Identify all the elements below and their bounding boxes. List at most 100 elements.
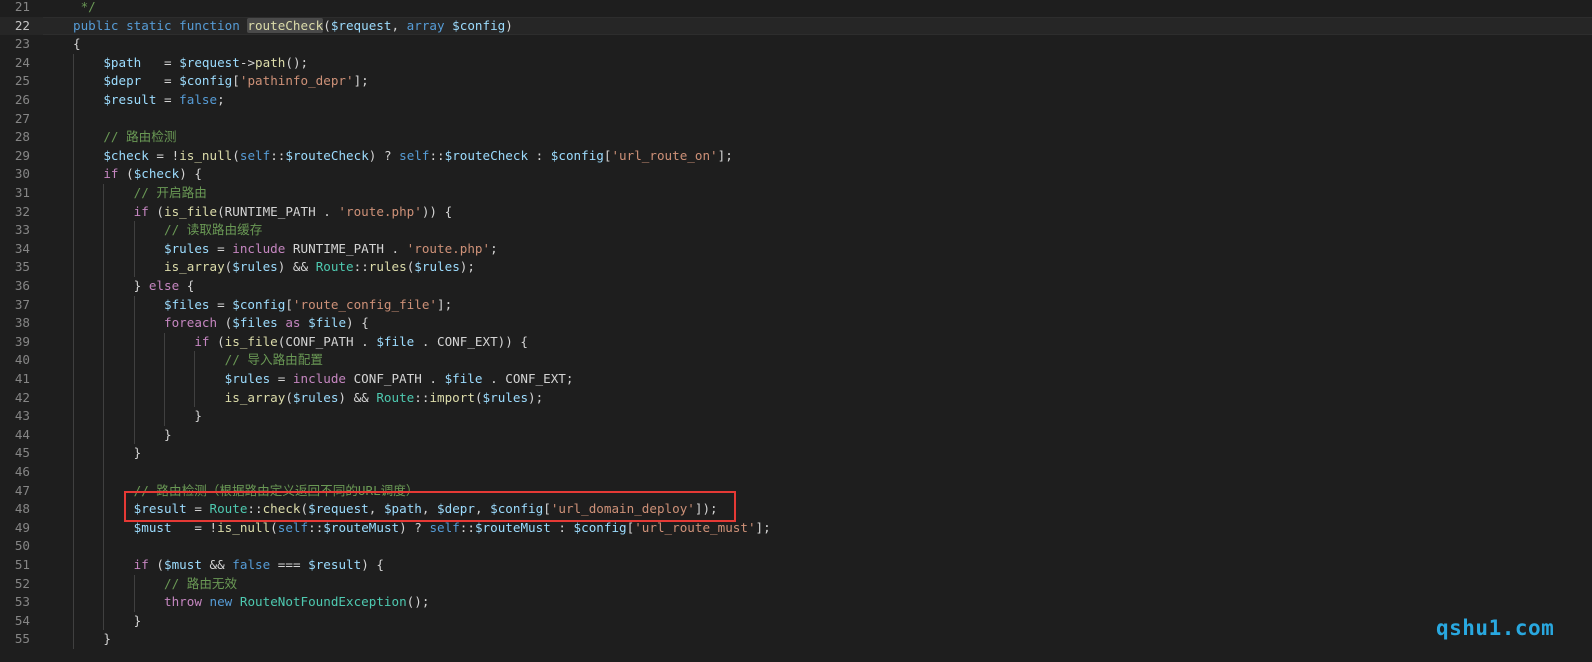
code-token: $path: [103, 54, 142, 70]
line-number: 44: [14, 426, 30, 442]
code-text[interactable]: is_array($rules) && Route::import($rules…: [73, 389, 544, 408]
code-line[interactable]: 32 if (is_file(RUNTIME_PATH . 'route.php…: [0, 203, 1592, 222]
code-line[interactable]: 24 $path = $request->path();: [0, 54, 1592, 73]
code-token: is_file: [224, 333, 278, 349]
code-text[interactable]: }: [73, 444, 142, 463]
code-text[interactable]: throw new RouteNotFoundException();: [73, 593, 429, 612]
code-text[interactable]: if (is_file(CONF_PATH . $file . CONF_EXT…: [73, 333, 528, 352]
code-line[interactable]: 46: [0, 463, 1592, 482]
code-text[interactable]: {: [73, 35, 81, 54]
code-text[interactable]: $path = $request->path();: [73, 54, 308, 73]
code-text[interactable]: // 路由无效: [73, 575, 237, 594]
code-text[interactable]: // 导入路由配置: [73, 351, 323, 370]
code-token: $routeMust: [323, 519, 400, 535]
code-token: $config: [232, 296, 286, 312]
code-token: as: [285, 315, 301, 331]
code-line[interactable]: 25 $depr = $config['pathinfo_depr'];: [0, 72, 1592, 91]
code-token: $check: [103, 147, 149, 163]
code-token: $file: [376, 333, 415, 349]
code-token: $request: [330, 17, 392, 33]
code-text[interactable]: if ($check) {: [73, 165, 202, 184]
code-token: Route: [376, 389, 415, 405]
code-line[interactable]: 29 $check = !is_null(self::$routeCheck) …: [0, 147, 1592, 166]
code-line[interactable]: 27: [0, 110, 1592, 129]
code-line[interactable]: 43 }: [0, 407, 1592, 426]
code-text[interactable]: $check = !is_null(self::$routeCheck) ? s…: [73, 147, 733, 166]
code-text[interactable]: $depr = $config['pathinfo_depr'];: [73, 72, 369, 91]
code-line[interactable]: 45 }: [0, 444, 1592, 463]
line-number: 49: [14, 519, 30, 535]
code-token: ) {: [179, 166, 202, 182]
code-text[interactable]: if (is_file(RUNTIME_PATH . 'route.php'))…: [73, 203, 453, 222]
code-editor[interactable]: 21 */22 public static function routeCheck…: [0, 0, 1592, 662]
code-text[interactable]: if ($must && false === $result) {: [73, 556, 384, 575]
code-text[interactable]: }: [73, 426, 172, 445]
code-token: // 路由无效: [164, 575, 238, 591]
code-text[interactable]: // 开启路由: [73, 184, 207, 203]
code-line[interactable]: 39 if (is_file(CONF_PATH . $file . CONF_…: [0, 333, 1592, 352]
line-number: 38: [14, 315, 30, 331]
code-line[interactable]: 40 // 导入路由配置: [0, 351, 1592, 370]
code-line[interactable]: 26 $result = false;: [0, 91, 1592, 110]
code-line[interactable]: 38 foreach ($files as $file) {: [0, 314, 1592, 333]
line-number: 53: [14, 594, 30, 610]
code-text[interactable]: public static function routeCheck($reque…: [73, 17, 513, 36]
code-text[interactable]: */: [73, 0, 96, 17]
code-line[interactable]: 34 $rules = include RUNTIME_PATH . 'rout…: [0, 240, 1592, 259]
code-token: Route: [315, 259, 354, 275]
code-line[interactable]: 44 }: [0, 426, 1592, 445]
code-line[interactable]: 30 if ($check) {: [0, 165, 1592, 184]
line-number: 55: [14, 631, 30, 647]
code-token: if: [103, 166, 119, 182]
code-text[interactable]: }: [73, 630, 111, 649]
code-text[interactable]: } else {: [73, 277, 195, 296]
code-line[interactable]: 55 }: [0, 630, 1592, 649]
code-token: RUNTIME_PATH .: [285, 240, 407, 256]
code-token: $rules: [414, 259, 460, 275]
code-line[interactable]: 31 // 开启路由: [0, 184, 1592, 203]
code-line[interactable]: 42 is_array($rules) && Route::import($ru…: [0, 389, 1592, 408]
code-text[interactable]: foreach ($files as $file) {: [73, 314, 369, 333]
code-line[interactable]: 52 // 路由无效: [0, 575, 1592, 594]
code-text[interactable]: $rules = include CONF_PATH . $file . CON…: [73, 370, 574, 389]
line-number: 36: [14, 278, 30, 293]
indent-guide: [73, 53, 74, 649]
code-line[interactable]: 50: [0, 537, 1592, 556]
code-text[interactable]: }: [73, 612, 142, 631]
code-line[interactable]: 37 $files = $config['route_config_file']…: [0, 296, 1592, 315]
code-token: ];: [353, 73, 369, 89]
code-token: throw: [164, 594, 202, 610]
code-line[interactable]: 33 // 读取路由缓存: [0, 221, 1592, 240]
code-line[interactable]: 21 */: [0, 0, 1592, 17]
code-token: = !: [171, 519, 218, 535]
code-line[interactable]: 35 is_array($rules) && Route::rules($rul…: [0, 258, 1592, 277]
code-line[interactable]: 54 }: [0, 612, 1592, 631]
code-token: ];: [717, 147, 733, 163]
code-token: $request: [179, 54, 240, 70]
code-token: )) {: [421, 203, 453, 219]
code-line[interactable]: 41 $rules = include CONF_PATH . $file . …: [0, 370, 1592, 389]
code-text[interactable]: }: [73, 407, 202, 426]
line-number: 40: [14, 352, 30, 368]
code-text[interactable]: $files = $config['route_config_file'];: [73, 296, 452, 315]
code-line[interactable]: 23 {: [0, 35, 1592, 54]
code-text[interactable]: // 路由检测: [73, 128, 176, 147]
code-line[interactable]: 51 if ($must && false === $result) {: [0, 556, 1592, 575]
code-line[interactable]: 28 // 路由检测: [0, 128, 1592, 147]
line-number: 33: [14, 222, 30, 238]
code-line[interactable]: 36 } else {: [0, 277, 1592, 296]
code-text[interactable]: // 读取路由缓存: [73, 221, 262, 240]
code-token: =: [141, 54, 180, 70]
code-line[interactable]: 22 public static function routeCheck($req…: [0, 16, 1592, 36]
code-token: is_array: [164, 259, 225, 275]
code-line[interactable]: 53 throw new RouteNotFoundException();: [0, 593, 1592, 612]
code-text[interactable]: $result = false;: [73, 91, 224, 110]
code-token: $result: [308, 557, 362, 572]
code-text[interactable]: $rules = include RUNTIME_PATH . 'route.p…: [73, 240, 498, 259]
code-token: $check: [133, 166, 180, 182]
